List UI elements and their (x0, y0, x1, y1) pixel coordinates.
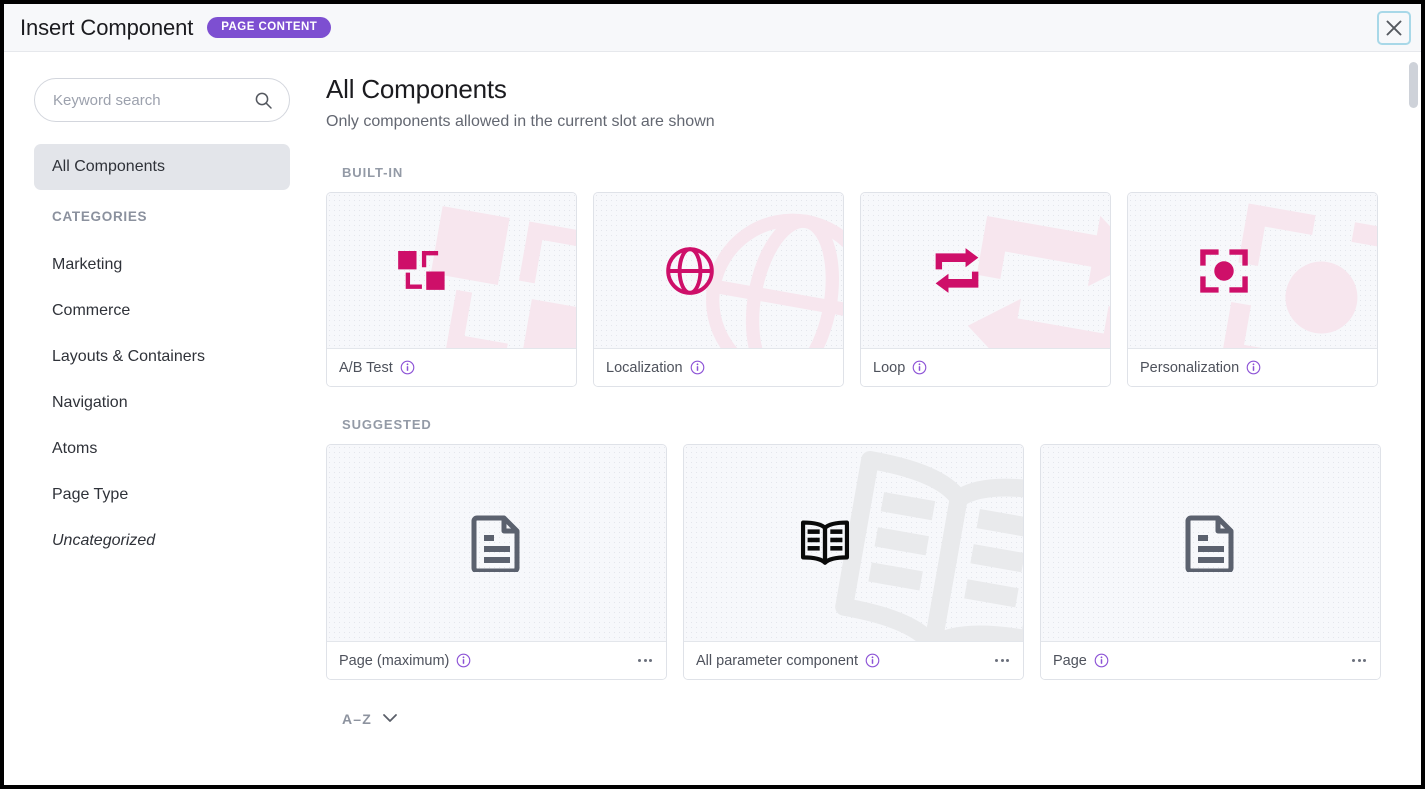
component-card-localization[interactable]: Localization (593, 192, 844, 387)
scrollbar-thumb[interactable] (1409, 62, 1418, 108)
dialog-body: All Components CATEGORIES Marketing Comm… (4, 52, 1421, 785)
dot (643, 659, 647, 662)
document-icon (471, 514, 523, 572)
sidebar-categories-heading: CATEGORIES (52, 208, 148, 224)
dot (638, 659, 641, 662)
loop-icon (930, 247, 984, 294)
card-preview (327, 193, 576, 348)
close-button[interactable] (1377, 10, 1411, 45)
component-card-personalization[interactable]: Personalization (1127, 192, 1378, 387)
card-overflow-menu-button[interactable] (636, 653, 654, 668)
component-card-all-parameter-component[interactable]: All parameter component (683, 444, 1024, 680)
ab-test-icon (396, 246, 450, 296)
card-label: Page (maximum) (339, 652, 450, 669)
sort-label: A–Z (342, 711, 373, 727)
card-footer: All parameter component (684, 641, 1023, 679)
builtin-grid: A/B Test Localization Loop Personalizati… (326, 192, 1395, 387)
card-label: Localization (606, 359, 683, 376)
card-footer: Page (maximum) (327, 641, 666, 679)
component-card-loop[interactable]: Loop (860, 192, 1111, 387)
sidebar-item-label: Navigation (52, 394, 128, 411)
info-icon[interactable] (400, 360, 415, 375)
dot (1363, 659, 1366, 662)
card-preview (1041, 445, 1380, 641)
dot (1357, 659, 1361, 662)
insert-component-dialog: Insert Component PAGE CONTENT Keyword se… (4, 4, 1421, 785)
info-icon[interactable] (456, 653, 471, 668)
sidebar-item-all-components[interactable]: All Components (34, 144, 290, 190)
sidebar-item-label: Uncategorized (52, 532, 156, 549)
dot (649, 659, 652, 662)
sidebar-item-label: All Components (52, 158, 165, 175)
scrollbar-track[interactable] (1409, 52, 1418, 785)
book-icon (797, 518, 853, 568)
section-label-builtin: BUILT-IN (342, 165, 404, 180)
search-icon (254, 91, 273, 110)
info-icon[interactable] (912, 360, 927, 375)
card-preview (684, 445, 1023, 641)
sidebar-item-label: Layouts & Containers (52, 348, 205, 365)
card-footer: Page (1041, 641, 1380, 679)
suggested-grid: Page (maximum) All parameter component P… (326, 444, 1395, 680)
main-heading: All Components (326, 74, 507, 104)
card-footer: Personalization (1128, 348, 1377, 386)
sidebar-item-label: Atoms (52, 440, 98, 457)
page-title: Insert Component (20, 14, 194, 40)
main-panel: All Components Only components allowed i… (320, 52, 1421, 785)
card-preview (327, 445, 666, 641)
card-preview (861, 193, 1110, 348)
info-icon[interactable] (1246, 360, 1261, 375)
card-overflow-menu-button[interactable] (993, 653, 1011, 668)
sidebar-item-atoms[interactable]: Atoms (34, 426, 290, 472)
sidebar-item-marketing[interactable]: Marketing (34, 242, 290, 288)
document-icon (1185, 514, 1237, 572)
card-label: A/B Test (339, 359, 393, 376)
dot (1352, 659, 1355, 662)
info-icon[interactable] (1094, 653, 1109, 668)
sidebar-item-page-type[interactable]: Page Type (34, 472, 290, 518)
sidebar-item-uncategorized[interactable]: Uncategorized (34, 518, 290, 564)
chevron-down-icon (382, 710, 398, 728)
section-label-suggested: SUGGESTED (342, 417, 432, 432)
card-preview (594, 193, 843, 348)
card-label: Personalization (1140, 359, 1240, 376)
component-card-page-maximum[interactable]: Page (maximum) (326, 444, 667, 680)
card-footer: A/B Test (327, 348, 576, 386)
sidebar-item-label: Commerce (52, 302, 131, 319)
card-label: Loop (873, 359, 906, 376)
sidebar-item-label: Marketing (52, 256, 123, 273)
card-footer: Localization (594, 348, 843, 386)
card-footer: Loop (861, 348, 1110, 386)
sidebar: All Components CATEGORIES Marketing Comm… (4, 52, 320, 785)
sidebar-item-commerce[interactable]: Commerce (34, 288, 290, 334)
search-field[interactable] (34, 78, 290, 122)
target-icon (1197, 246, 1251, 296)
search-input[interactable] (53, 91, 254, 109)
card-overflow-menu-button[interactable] (1350, 653, 1368, 668)
dialog-header: Insert Component PAGE CONTENT (4, 4, 1421, 52)
card-preview (1128, 193, 1377, 348)
component-card-page[interactable]: Page (1040, 444, 1381, 680)
sidebar-nav: All Components CATEGORIES Marketing Comm… (34, 144, 290, 564)
dot (995, 659, 998, 662)
close-icon (1384, 18, 1404, 38)
component-card-ab-test[interactable]: A/B Test (326, 192, 577, 387)
sidebar-item-layouts-containers[interactable]: Layouts & Containers (34, 334, 290, 380)
dot (1000, 659, 1004, 662)
sidebar-item-navigation[interactable]: Navigation (34, 380, 290, 426)
main-subtitle: Only components allowed in the current s… (326, 113, 715, 130)
status-badge: PAGE CONTENT (207, 16, 332, 39)
card-label: All parameter component (696, 652, 858, 669)
sort-control[interactable]: A–Z (342, 710, 398, 728)
info-icon[interactable] (865, 653, 880, 668)
globe-icon (664, 245, 716, 297)
dot (1006, 659, 1009, 662)
info-icon[interactable] (690, 360, 705, 375)
sidebar-item-label: Page Type (52, 486, 129, 503)
card-label: Page (1053, 652, 1087, 669)
